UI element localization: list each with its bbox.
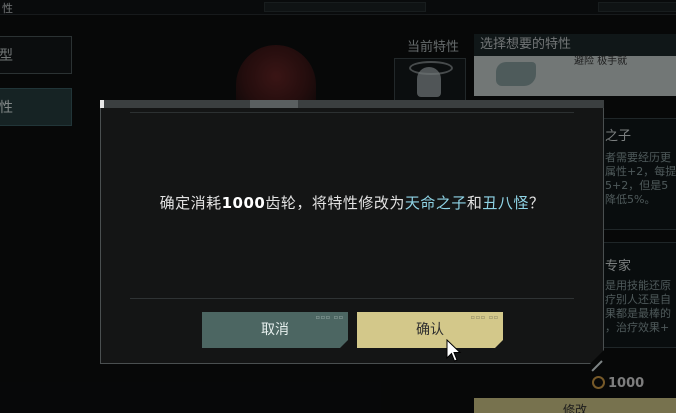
cancel-button[interactable]: 取消 ▫▫▫ ▫▫ [202, 312, 348, 348]
message-prefix: 确定消耗 [159, 194, 222, 212]
cancel-button-label: 取消 [261, 322, 289, 338]
confirm-dialog: 确定消耗1000齿轮，将特性修改为天命之子和丑八怪？ 取消 ▫▫▫ ▫▫ 确认 … [100, 100, 604, 372]
trait-name-1: 天命之子 [404, 194, 467, 212]
cost-amount: 1000 [221, 194, 266, 212]
message-suffix: ？ [528, 194, 545, 212]
dialog-top-tab [250, 100, 298, 108]
dialog-divider [130, 298, 574, 299]
dialog-top-bar [100, 100, 604, 108]
dialog-panel [100, 100, 604, 364]
mouse-cursor-icon [446, 339, 462, 362]
currency-name: 齿轮 [265, 194, 297, 212]
button-deco-icon: ▫▫▫ ▫▫ [470, 314, 499, 321]
message-conjunction: 和 [466, 194, 483, 212]
confirm-button-label: 确认 [416, 322, 444, 338]
dialog-top-line [130, 112, 574, 113]
dialog-corner-mark [100, 100, 104, 108]
message-middle: ，将特性修改为 [296, 194, 405, 212]
button-deco-icon: ▫▫▫ ▫▫ [315, 314, 344, 321]
dialog-message: 确定消耗1000齿轮，将特性修改为天命之子和丑八怪？ [100, 192, 604, 213]
trait-name-2: 丑八怪 [482, 194, 529, 212]
confirm-button[interactable]: 确认 ▫▫▫ ▫▫ [357, 312, 503, 348]
